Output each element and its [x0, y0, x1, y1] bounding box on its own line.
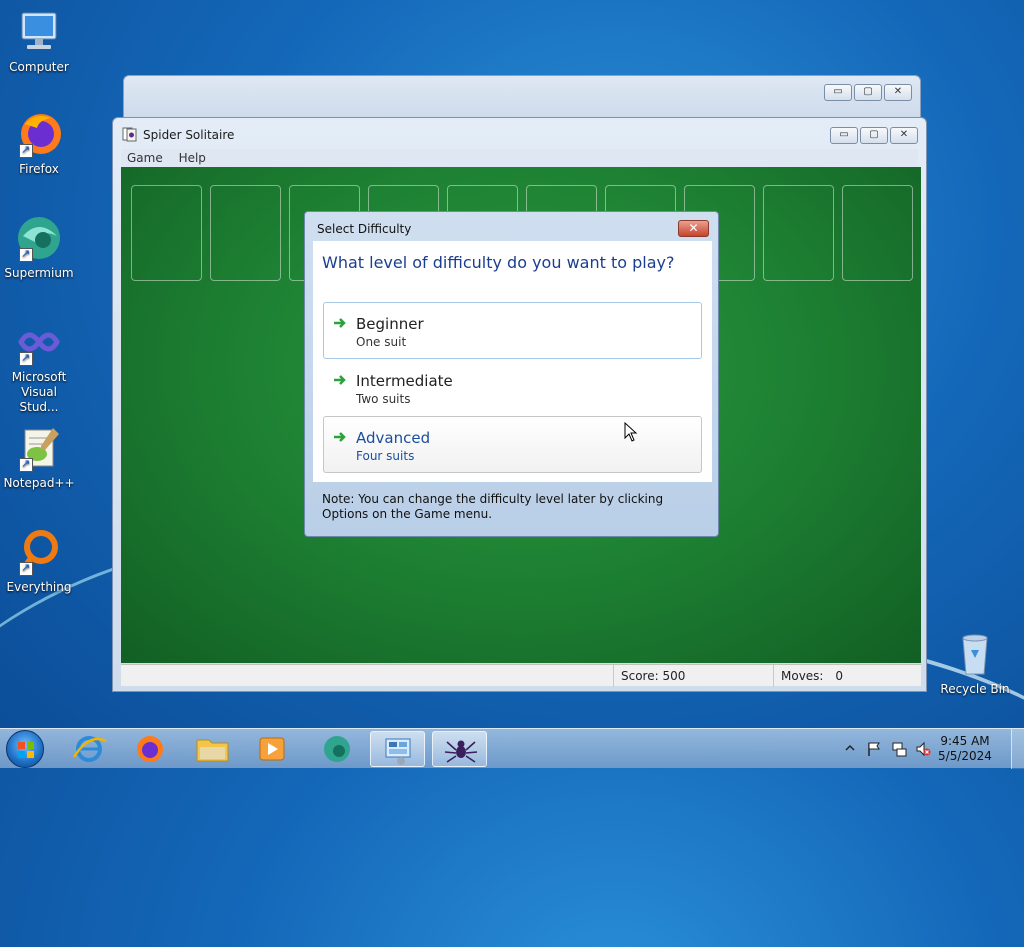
close-button[interactable]: ✕: [890, 127, 918, 144]
desktop-icon-everything[interactable]: Everything: [2, 528, 76, 595]
dialog-title: Select Difficulty: [317, 222, 412, 236]
desktop-icon-computer[interactable]: Computer: [2, 8, 76, 75]
taskbar-clock[interactable]: 9:45 AM 5/5/2024: [930, 734, 1000, 764]
computer-icon: [15, 8, 63, 56]
status-bar: Score: 500 Moves: 0: [121, 664, 921, 687]
option-intermediate[interactable]: Intermediate Two suits: [323, 359, 702, 416]
maximize-button[interactable]: ▢: [854, 84, 882, 101]
tableau-slot[interactable]: [842, 185, 913, 281]
supermium-icon: [324, 736, 350, 762]
recycle-bin-icon: [951, 630, 999, 678]
green-arrow-icon: [334, 432, 346, 442]
desktop-icon-notepadpp[interactable]: Notepad++: [2, 424, 76, 491]
select-difficulty-dialog: Select Difficulty ✕ What level of diffic…: [304, 211, 719, 537]
start-button[interactable]: [6, 730, 44, 768]
notepadpp-icon: [15, 424, 63, 472]
show-hidden-icons-icon[interactable]: [845, 743, 855, 753]
desktop-icon-label: Supermium: [4, 266, 74, 280]
menu-bar: Game Help: [121, 149, 918, 167]
desktop-icon-label: Notepad++: [3, 476, 75, 490]
firefox-icon: [137, 736, 163, 762]
tableau-slot[interactable]: [131, 185, 202, 281]
spider-app-icon: [122, 127, 137, 142]
clock-time: 9:45 AM: [940, 734, 990, 748]
tableau-slot[interactable]: [763, 185, 834, 281]
taskbar-spider-solitaire[interactable]: [432, 731, 487, 767]
option-advanced[interactable]: Advanced Four suits: [323, 416, 702, 473]
file-explorer-icon: [196, 739, 229, 762]
volume-muted-icon[interactable]: [915, 741, 931, 757]
desktop-icon-label: Recycle Bin: [940, 682, 1010, 696]
shortcut-arrow-icon: [19, 350, 33, 366]
taskbar-control-panel[interactable]: [370, 731, 425, 767]
desktop-icon-visual-studio[interactable]: Microsoft Visual Stud...: [2, 318, 76, 415]
moves-label: Moves:: [781, 669, 824, 683]
spider-solitaire-icon: [444, 740, 478, 763]
minimize-button[interactable]: ▭: [830, 127, 858, 144]
minimize-button[interactable]: ▭: [824, 84, 852, 101]
dialog-question: What level of difficulty do you want to …: [322, 253, 675, 272]
option-label: Advanced: [356, 429, 431, 447]
window-title: Spider Solitaire: [143, 128, 235, 142]
dialog-body: What level of difficulty do you want to …: [313, 241, 712, 482]
dialog-note: Note: You can change the difficulty leve…: [322, 492, 664, 521]
shortcut-arrow-icon: [19, 456, 33, 472]
option-description: Four suits: [356, 449, 415, 463]
desktop-icon-label: Computer: [9, 60, 69, 74]
taskbar-file-explorer[interactable]: [185, 731, 240, 767]
option-label: Intermediate: [356, 372, 453, 390]
dialog-close-button[interactable]: ✕: [678, 220, 709, 237]
green-arrow-icon: [334, 318, 346, 328]
shortcut-arrow-icon: [19, 142, 33, 158]
desktop-icon-supermium[interactable]: Supermium: [2, 214, 76, 281]
desktop-icon-label: Firefox: [19, 162, 59, 176]
menu-help[interactable]: Help: [179, 151, 206, 165]
clock-date: 5/5/2024: [938, 749, 992, 763]
desktop-icon-recycle-bin[interactable]: Recycle Bin: [938, 630, 1012, 697]
desktop-icon-firefox[interactable]: Firefox: [2, 110, 76, 177]
taskbar-media-player[interactable]: [245, 731, 300, 767]
moves-display: Moves: 0: [773, 665, 921, 687]
everything-icon: [15, 528, 63, 576]
windows-logo-icon: [18, 742, 34, 758]
taskbar-internet-explorer[interactable]: [62, 731, 117, 767]
taskbar-supermium[interactable]: [309, 731, 364, 767]
internet-explorer-icon: [72, 736, 107, 762]
option-beginner[interactable]: Beginner One suit: [323, 302, 702, 359]
tableau-slot[interactable]: [210, 185, 281, 281]
control-panel-icon: [385, 738, 411, 765]
maximize-button[interactable]: ▢: [860, 127, 888, 144]
close-button[interactable]: ✕: [884, 84, 912, 101]
option-description: One suit: [356, 335, 407, 349]
moves-value: 0: [835, 669, 843, 683]
mouse-cursor-icon: [624, 422, 638, 442]
green-arrow-icon: [334, 375, 346, 385]
visual-studio-icon: [15, 318, 63, 366]
shortcut-arrow-icon: [19, 246, 33, 262]
action-center-flag-icon[interactable]: [866, 741, 882, 757]
shortcut-arrow-icon: [19, 560, 33, 576]
supermium-icon: [15, 214, 63, 262]
window-titlebar[interactable]: Spider Solitaire ▭ ▢ ✕: [113, 118, 926, 150]
score-display: Score: 500: [613, 665, 773, 687]
desktop-icon-label: Everything: [6, 580, 72, 594]
option-description: Two suits: [356, 392, 411, 406]
desktop-icon-label: Microsoft Visual Stud...: [11, 370, 67, 414]
menu-game[interactable]: Game: [127, 151, 163, 165]
media-player-icon: [259, 737, 285, 761]
taskbar-firefox[interactable]: [122, 731, 177, 767]
network-icon[interactable]: [891, 741, 907, 757]
show-desktop-button[interactable]: [1011, 729, 1024, 769]
firefox-icon: [15, 110, 63, 158]
taskbar: 9:45 AM 5/5/2024: [0, 728, 1024, 769]
option-label: Beginner: [356, 315, 424, 333]
